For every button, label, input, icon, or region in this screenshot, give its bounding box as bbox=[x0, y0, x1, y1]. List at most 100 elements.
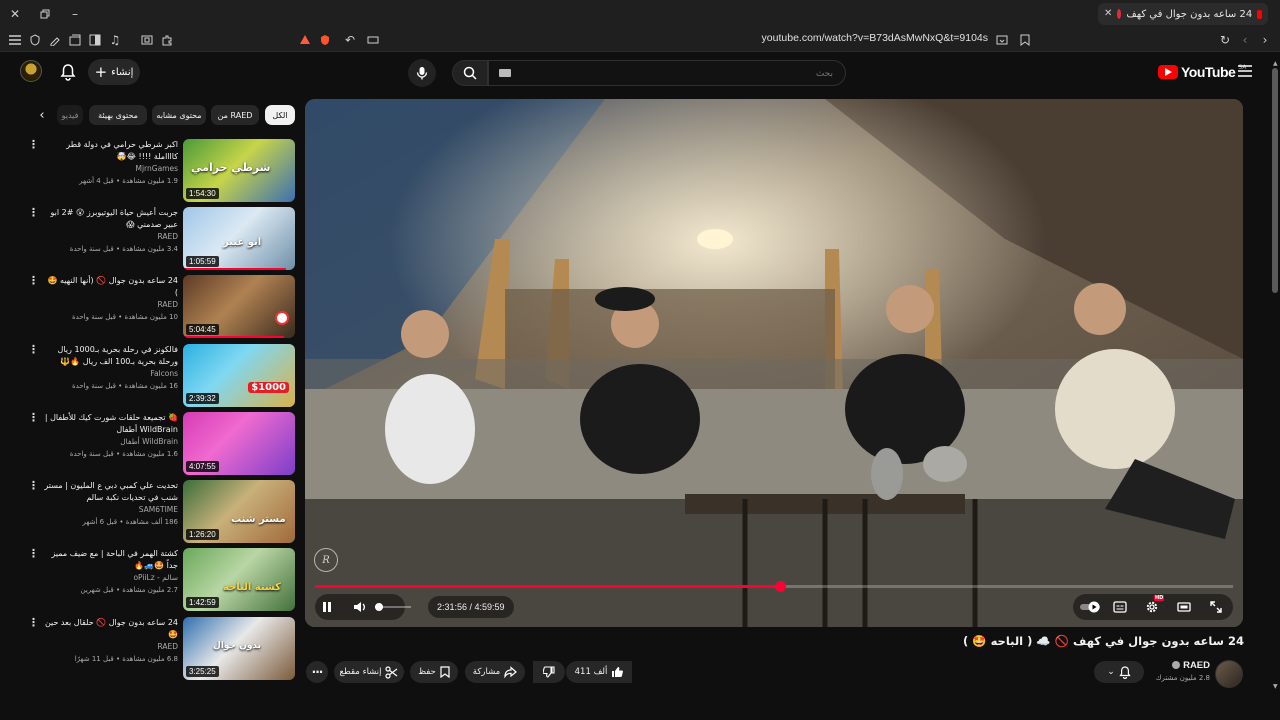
more-actions-icon[interactable]: ⋮ bbox=[28, 207, 39, 218]
address-bar[interactable]: youtube.com/watch?v=B73dAsMwNxQ&t=9104s bbox=[720, 32, 988, 48]
video-frame[interactable] bbox=[305, 99, 1243, 627]
scroll-down-arrow-icon[interactable]: ▼ bbox=[1273, 683, 1278, 690]
search-button[interactable] bbox=[452, 60, 488, 86]
video-title[interactable]: 🍓 تجميعة حلقات شورت كيك للأطفال | WildBr… bbox=[44, 412, 178, 436]
youtube-logo[interactable]: YouTube SA bbox=[1158, 64, 1246, 80]
scrollbar-thumb[interactable] bbox=[1272, 68, 1278, 293]
video-thumbnail[interactable]: ابو عبير 1:05:59 bbox=[183, 207, 295, 270]
notifications-bell-icon[interactable] bbox=[60, 63, 76, 81]
undo-icon[interactable]: ↶ bbox=[343, 33, 357, 47]
clip-button[interactable]: إنشاء مقطع bbox=[334, 661, 404, 683]
list-item[interactable]: 4:07:55 🍓 تجميعة حلقات شورت كيك للأطفال … bbox=[24, 412, 296, 476]
video-thumbnail[interactable]: 5:04:45 bbox=[183, 275, 295, 338]
sidebar-toggle-icon[interactable] bbox=[88, 33, 102, 47]
video-title[interactable]: تحديت علي كمبي دبي ع المليون | مستر شنب … bbox=[44, 480, 178, 504]
channel-name[interactable]: RAED bbox=[44, 231, 178, 243]
seek-bar-scrubber[interactable] bbox=[774, 581, 786, 592]
chips-scroll-left-icon[interactable]: ‹ bbox=[35, 105, 49, 125]
channel-name[interactable]: سالم - oPiiLz bbox=[44, 572, 178, 584]
video-title[interactable]: كشتة الهمر في الباحة | مع ضيف مميز جداً … bbox=[44, 548, 178, 572]
more-actions-icon[interactable]: ⋮ bbox=[28, 412, 39, 423]
video-title[interactable]: جربت أعيش حياة اليوتيوبرز 😮 #2 ابو عبير … bbox=[44, 207, 179, 231]
keyboard-icon[interactable] bbox=[499, 69, 511, 77]
save-button[interactable]: حفظ bbox=[410, 661, 458, 683]
like-button[interactable]: 411 ألف bbox=[566, 661, 632, 683]
subscribed-notifications-button[interactable]: ⌄ bbox=[1094, 661, 1144, 683]
video-thumbnail[interactable]: كشتة الباحة 1:42:59 bbox=[183, 548, 295, 611]
video-thumbnail[interactable]: مستر شنب 1:26:20 bbox=[183, 480, 295, 543]
voice-search-button[interactable] bbox=[408, 59, 436, 87]
restore-window-icon[interactable] bbox=[38, 7, 52, 21]
back-icon[interactable]: ‹ bbox=[1238, 33, 1252, 47]
channel-name[interactable]: RAED bbox=[44, 641, 178, 653]
more-actions-icon[interactable]: ⋮ bbox=[28, 548, 39, 559]
close-window-icon[interactable]: ✕ bbox=[8, 7, 22, 21]
volume-knob[interactable] bbox=[374, 603, 383, 611]
list-item[interactable]: $1000 2:39:32 فالكونز في رحلة بحرية بـ10… bbox=[24, 344, 296, 408]
more-actions-icon[interactable]: ⋮ bbox=[28, 139, 39, 150]
more-actions-button[interactable]: ··· bbox=[306, 661, 328, 683]
pause-button[interactable] bbox=[317, 594, 337, 620]
settings-button[interactable]: HD bbox=[1142, 594, 1165, 620]
create-button[interactable]: + إنشاء bbox=[88, 59, 140, 85]
channel-name[interactable]: SAM6TIME bbox=[44, 504, 178, 516]
reader-mode-icon[interactable] bbox=[366, 33, 380, 47]
more-actions-icon[interactable]: ⋮ bbox=[28, 617, 39, 628]
list-item[interactable]: شرطي حرامي 1:54:30 اكبر شرطي حرامي في دو… bbox=[24, 139, 296, 203]
mute-button[interactable] bbox=[350, 594, 370, 620]
share-button[interactable]: مشاركة bbox=[465, 661, 525, 683]
music-note-icon[interactable]: ♫ bbox=[108, 33, 122, 47]
channel-name[interactable]: WildBrain أطفال bbox=[44, 436, 178, 448]
volume-slider[interactable] bbox=[374, 603, 411, 611]
screenshot-icon[interactable] bbox=[140, 33, 154, 47]
reload-icon[interactable]: ↻ bbox=[1218, 33, 1232, 47]
close-tab-icon[interactable]: ✕ bbox=[1104, 8, 1112, 19]
video-thumbnail[interactable]: شرطي حرامي 1:54:30 bbox=[183, 139, 295, 202]
page-scrollbar[interactable]: ▲ ▼ bbox=[1272, 60, 1278, 690]
brave-rewards-icon[interactable] bbox=[298, 33, 312, 47]
video-thumbnail[interactable]: بدون جوال 3:25:25 bbox=[183, 617, 295, 680]
video-title[interactable]: فالكونز في رحلة بحرية بـ1000 ريال ورحلة … bbox=[44, 344, 178, 368]
channel-watermark[interactable]: R bbox=[314, 548, 338, 572]
account-avatar[interactable] bbox=[20, 60, 42, 82]
list-item[interactable]: مستر شنب 1:26:20 تحديت علي كمبي دبي ع ال… bbox=[24, 480, 296, 544]
dislike-button[interactable] bbox=[533, 661, 565, 683]
scroll-up-arrow-icon[interactable]: ▲ bbox=[1273, 60, 1278, 67]
channel-name[interactable]: Falcons bbox=[44, 368, 178, 380]
seek-bar[interactable] bbox=[315, 581, 1233, 592]
video-title[interactable]: 24 ساعه بدون جوال 🚫 حلقال بعد حين 🤩 bbox=[44, 617, 178, 641]
channel-name-link[interactable]: RAED bbox=[1150, 660, 1210, 671]
channel-avatar[interactable] bbox=[1215, 660, 1243, 688]
video-thumbnail[interactable]: $1000 2:39:32 bbox=[183, 344, 295, 407]
chip-similar-content[interactable]: محتوى مشابه bbox=[152, 105, 206, 125]
theater-mode-button[interactable] bbox=[1174, 594, 1194, 620]
chip-from-channel[interactable]: من RAED bbox=[211, 105, 259, 125]
menu-icon[interactable] bbox=[8, 33, 22, 47]
guide-menu-icon[interactable] bbox=[1238, 65, 1252, 77]
list-item[interactable]: ابو عبير 1:05:59 جربت أعيش حياة اليوتيوب… bbox=[24, 207, 296, 271]
browser-tab[interactable]: ✕ 24 ساعه بدون جوال في كهف bbox=[1098, 3, 1268, 25]
list-item[interactable]: كشتة الباحة 1:42:59 كشتة الهمر في الباحة… bbox=[24, 548, 296, 612]
search-input[interactable] bbox=[489, 62, 845, 86]
bookmark-icon[interactable] bbox=[1018, 33, 1032, 47]
shield-icon[interactable] bbox=[28, 33, 42, 47]
list-item[interactable]: 5:04:45 24 ساعه بدون جوال 🚫 (أنها النهيه… bbox=[24, 275, 296, 339]
fullscreen-button[interactable] bbox=[1206, 594, 1226, 620]
video-thumbnail[interactable]: 4:07:55 bbox=[183, 412, 295, 475]
tabs-icon[interactable] bbox=[68, 33, 82, 47]
brush-icon[interactable] bbox=[48, 33, 62, 47]
more-actions-icon[interactable]: ⋮ bbox=[28, 480, 39, 491]
channel-name[interactable]: MjrnGames bbox=[44, 163, 179, 175]
chip-similar-format[interactable]: محتوى بهيئة bbox=[89, 105, 147, 125]
brave-shield-icon[interactable] bbox=[318, 33, 332, 47]
extensions-icon[interactable] bbox=[160, 33, 174, 47]
more-actions-icon[interactable]: ⋮ bbox=[28, 275, 39, 286]
forward-icon[interactable]: › bbox=[1258, 33, 1272, 47]
search-box[interactable] bbox=[488, 60, 846, 86]
list-item[interactable]: بدون جوال 3:25:25 24 ساعه بدون جوال 🚫 حل… bbox=[24, 617, 296, 681]
captions-button[interactable] bbox=[1110, 594, 1130, 620]
cast-icon[interactable] bbox=[995, 33, 1009, 47]
more-actions-icon[interactable]: ⋮ bbox=[28, 344, 39, 355]
chip-video[interactable]: فيديو bbox=[57, 105, 83, 125]
chip-all[interactable]: الكل bbox=[265, 105, 295, 125]
